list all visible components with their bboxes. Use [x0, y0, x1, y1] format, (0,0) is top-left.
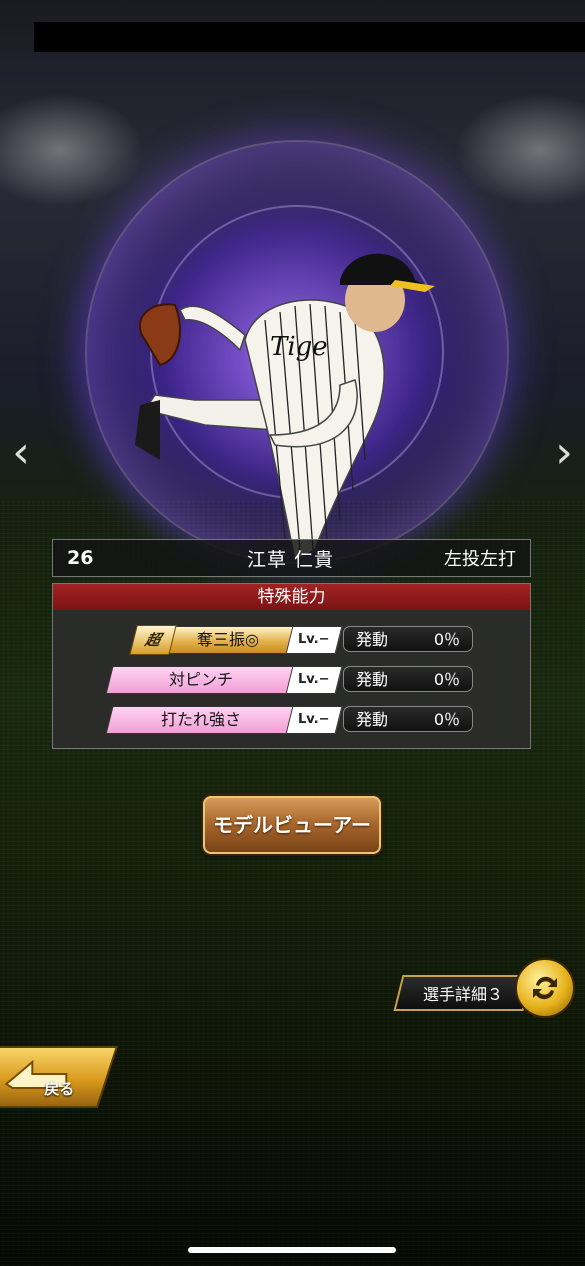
ability-name: 対ピンチ: [105, 666, 297, 694]
ability-name: 打たれ強さ: [105, 706, 297, 734]
activation-rate: 発動 0％: [343, 626, 473, 652]
activation-rate: 発動 0％: [343, 706, 473, 732]
player-image: Tige: [135, 253, 435, 562]
player-number: 26: [67, 547, 94, 569]
back-button[interactable]: 戻る: [0, 1046, 119, 1108]
back-label: 戻る: [44, 1080, 75, 1098]
prev-player-chevron-left-icon[interactable]: ‹: [4, 425, 38, 479]
ability-level: Lv.−: [285, 666, 343, 694]
swap-arrows-icon[interactable]: [515, 958, 575, 1018]
player-detail-button[interactable]: 選手詳細３: [393, 975, 533, 1011]
model-viewer-button[interactable]: モデルビューアー: [203, 796, 381, 854]
status-bar: [34, 22, 585, 52]
player-handedness: 左投左打: [444, 549, 516, 570]
ability-row[interactable]: 超 奪三振◎ Lv.− 発動 0％: [53, 625, 530, 656]
swap-arrows-glyph: [533, 976, 557, 1000]
super-tag: 超: [129, 625, 177, 655]
special-abilities-panel: 特殊能力 超 奪三振◎ Lv.− 発動 0％ 対ピンチ Lv.− 発動 0％ 打…: [52, 583, 531, 749]
player-name: 江草 仁貴: [246, 548, 335, 571]
ability-level: Lv.−: [285, 706, 343, 734]
player-name-bar: 26 江草 仁貴 左投左打: [52, 539, 531, 577]
home-indicator[interactable]: [188, 1247, 396, 1253]
ability-level: Lv.−: [285, 626, 343, 654]
next-player-chevron-right-icon[interactable]: ›: [547, 425, 581, 479]
ability-row[interactable]: 打たれ強さ Lv.− 発動 0％: [53, 706, 530, 736]
ability-row[interactable]: 対ピンチ Lv.− 発動 0％: [53, 666, 530, 696]
svg-text:Tige: Tige: [270, 332, 328, 362]
special-abilities-header: 特殊能力: [53, 584, 530, 610]
ability-name: 奪三振◎: [159, 626, 297, 654]
activation-rate: 発動 0％: [343, 666, 473, 692]
player-detail-label: 選手詳細３: [422, 985, 503, 1004]
